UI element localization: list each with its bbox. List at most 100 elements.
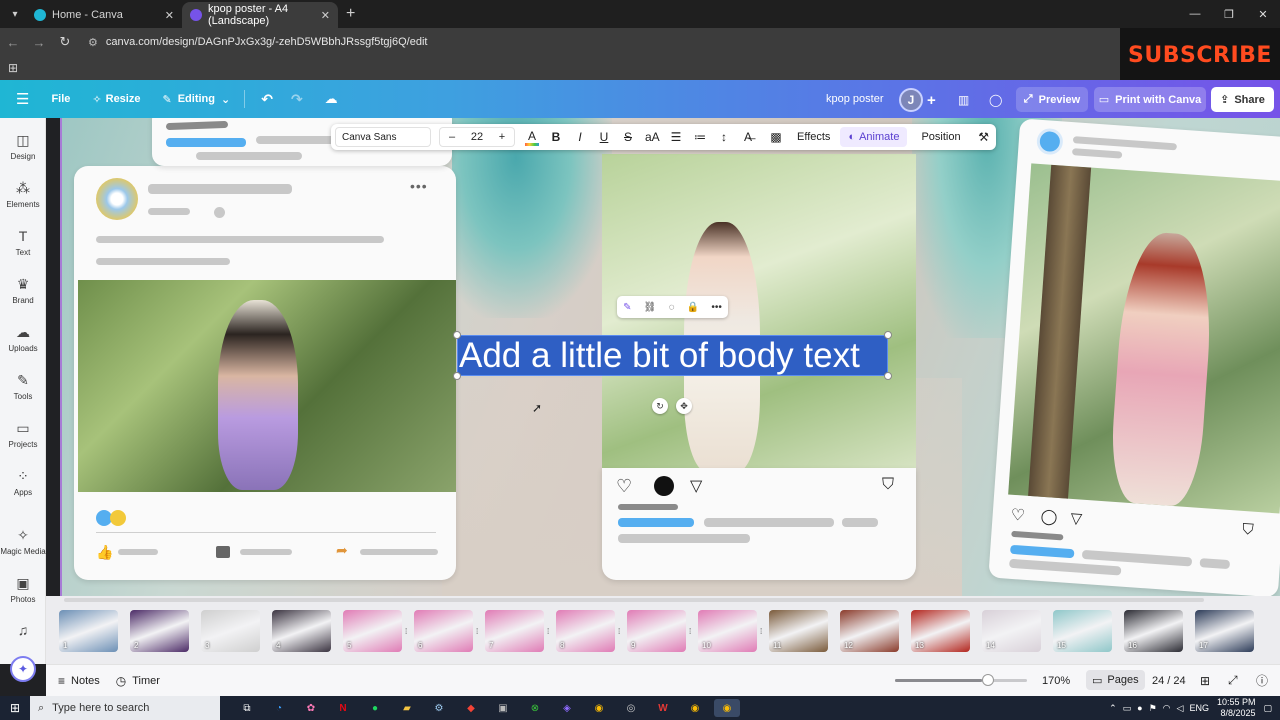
resize-handle[interactable]	[453, 331, 461, 339]
site-info-icon[interactable]: ⚙	[88, 36, 98, 49]
page-transition-icon[interactable]: ⁞	[689, 627, 691, 636]
comment-icon[interactable]: ◯	[989, 88, 1002, 112]
filmstrip-scrollbar[interactable]	[64, 598, 1204, 602]
page-thumbnail[interactable]: 3	[201, 610, 260, 652]
page-thumbnail[interactable]: 15	[1053, 610, 1112, 652]
cloud-save-icon[interactable]: ☁	[325, 91, 338, 107]
tab-home-canva[interactable]: Home - Canva ✕	[26, 2, 182, 28]
back-icon[interactable]: ←	[0, 35, 26, 50]
comment-icon[interactable]: ◯	[1040, 507, 1058, 526]
list-icon[interactable]: ≔	[693, 130, 707, 144]
bookmark-icon[interactable]: ⛉	[882, 476, 894, 494]
letter-case-button[interactable]: aA	[645, 130, 660, 144]
page-transition-icon[interactable]: ⁞	[547, 627, 549, 636]
page-thumbnail[interactable]: 9	[627, 610, 686, 652]
page-thumbnail[interactable]: 8	[556, 610, 615, 652]
file-menu[interactable]: File	[51, 93, 70, 105]
ms-store-icon[interactable]: ◈	[554, 699, 580, 717]
pages-button[interactable]: ▭ Pages	[1086, 670, 1145, 690]
strikethrough-icon[interactable]: S	[621, 130, 635, 144]
page-thumbnail[interactable]: 13	[911, 610, 970, 652]
sidebar-item-elements[interactable]: ⁂ Elements	[0, 180, 46, 209]
spotify-icon[interactable]: ●	[362, 699, 388, 717]
page-thumbnail[interactable]: 16	[1124, 610, 1183, 652]
minimize-icon[interactable]: —	[1178, 0, 1212, 28]
wifi-icon[interactable]: ◠	[1163, 703, 1171, 714]
sidebar-item-uploads[interactable]: ☁ Uploads	[0, 324, 46, 353]
zoom-slider-handle[interactable]	[982, 674, 994, 686]
lock-icon[interactable]: 🔒	[687, 302, 699, 313]
italic-icon[interactable]: I	[573, 130, 587, 144]
tab-close-icon[interactable]: ✕	[321, 9, 330, 22]
page-transition-icon[interactable]: ⁞	[760, 627, 762, 636]
undo-icon[interactable]: ↶	[261, 91, 273, 108]
resize-handle[interactable]	[453, 372, 461, 380]
taskbar-search[interactable]: ⌕ Type here to search	[30, 696, 220, 720]
page-transition-icon[interactable]: ⁞	[405, 627, 407, 636]
restore-icon[interactable]: ❐	[1212, 0, 1246, 28]
page-thumbnail[interactable]: 5	[343, 610, 402, 652]
send-icon[interactable]: ▽	[690, 476, 702, 496]
xbox-icon[interactable]: ⊗	[522, 699, 548, 717]
magic-assistant-icon[interactable]: ✦	[10, 656, 36, 682]
page-thumbnail[interactable]: 2	[130, 610, 189, 652]
share-button[interactable]: ⇪ Share	[1211, 87, 1274, 112]
doc-title[interactable]: kpop poster	[826, 93, 883, 105]
post-photo[interactable]	[1008, 163, 1280, 514]
timer-button[interactable]: Timer	[132, 675, 160, 687]
sidebar-item-tools[interactable]: ✎ Tools	[0, 372, 46, 401]
chrome-active-icon[interactable]: ◉	[714, 699, 740, 717]
edge-icon[interactable]: ◔	[266, 699, 292, 717]
rotate-icon[interactable]: ↻	[652, 398, 668, 414]
forward-icon[interactable]: →	[26, 35, 52, 50]
copy-style-icon[interactable]: ⚒	[977, 130, 991, 144]
heart-icon[interactable]: ♡	[1010, 505, 1026, 526]
spacing-icon[interactable]: ↕	[717, 130, 731, 144]
bold-icon[interactable]: B	[549, 130, 563, 144]
more-icon[interactable]: •••	[711, 302, 722, 313]
font-family-select[interactable]: Canva Sans	[335, 127, 431, 147]
position-button[interactable]: Position	[921, 131, 960, 143]
page-thumbnail[interactable]: 7	[485, 610, 544, 652]
tray-app-icon[interactable]: ⚑	[1149, 703, 1157, 714]
resize-handle[interactable]	[884, 331, 892, 339]
page-transition-icon[interactable]: ⁞	[476, 627, 478, 636]
redo-icon[interactable]: ↷	[291, 91, 303, 108]
editing-dropdown[interactable]: ✎ Editing ⌄	[162, 93, 230, 106]
text-color-icon[interactable]: A	[525, 128, 539, 146]
resize-button[interactable]: ✧ Resize	[92, 93, 140, 106]
underline-icon[interactable]: U	[597, 130, 611, 144]
page-thumbnail[interactable]: 11	[769, 610, 828, 652]
fullscreen-icon[interactable]: ⤢	[1228, 673, 1238, 688]
grid-view-icon[interactable]: ⊞	[1200, 674, 1210, 688]
zoom-level[interactable]: 170%	[1042, 675, 1070, 687]
language-indicator[interactable]: ENG	[1189, 703, 1209, 713]
chrome-icon[interactable]: ◉	[682, 699, 708, 717]
add-collaborator-icon[interactable]: +	[927, 88, 936, 112]
copilot-icon[interactable]: ✿	[298, 699, 324, 717]
netflix-icon[interactable]: N	[330, 699, 356, 717]
move-icon[interactable]: ✥	[676, 398, 692, 414]
page-thumbnail[interactable]: 1	[59, 610, 118, 652]
page-transition-icon[interactable]: ⁞	[618, 627, 620, 636]
magic-write-icon[interactable]: ✎	[623, 302, 631, 313]
help-icon[interactable]: ⓘ	[1256, 672, 1268, 689]
volume-icon[interactable]: ◁	[1177, 703, 1184, 714]
sidebar-item-audio[interactable]: ♫	[0, 622, 46, 640]
text-effects-a-icon[interactable]: A̶	[741, 130, 755, 144]
social-post-card[interactable]: ••• 👍 ➦	[74, 166, 456, 580]
notes-button[interactable]: Notes	[71, 675, 100, 687]
transparency-icon[interactable]: ▩	[769, 130, 783, 144]
body-text[interactable]: Add a little bit of body text	[458, 336, 860, 376]
sidebar-item-brand[interactable]: ♛ Brand	[0, 276, 46, 305]
send-icon[interactable]: ▽	[1070, 509, 1083, 528]
page-thumbnail[interactable]: 12	[840, 610, 899, 652]
sidebar-item-design[interactable]: ◫ Design	[0, 132, 46, 161]
more-options-icon[interactable]: •••	[410, 178, 428, 194]
animate-button[interactable]: ◐ Animate	[840, 127, 908, 147]
avatar[interactable]: J	[899, 88, 923, 112]
close-window-icon[interactable]: ✕	[1246, 0, 1280, 28]
sidebar-item-projects[interactable]: ▭ Projects	[0, 420, 46, 449]
page-thumbnail[interactable]: 4	[272, 610, 331, 652]
social-post-card[interactable]: ♡ ▽ ⛉	[602, 468, 916, 580]
